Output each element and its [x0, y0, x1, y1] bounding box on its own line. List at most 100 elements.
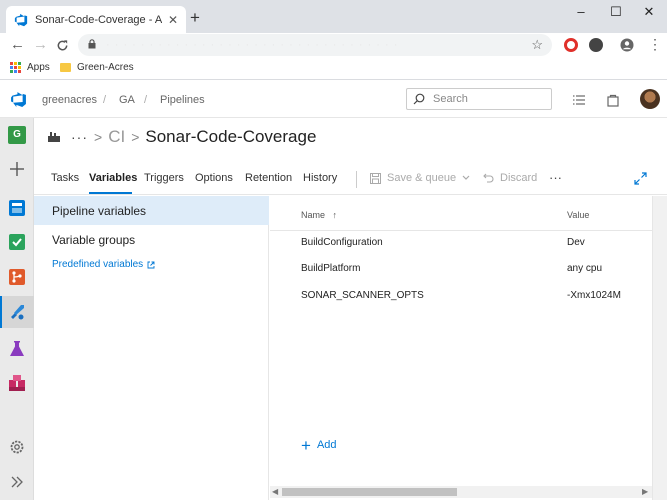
column-header-value[interactable]: Value — [567, 210, 589, 220]
variable-name[interactable]: SONAR_SCANNER_OPTS — [301, 290, 424, 301]
browser-toolbar: ← → · · · · · · · · · · · · · · · · · · … — [0, 33, 667, 58]
external-link-icon — [147, 261, 155, 268]
back-button[interactable]: ← — [10, 36, 25, 53]
scroll-right-icon[interactable]: ▶ — [642, 487, 648, 496]
variables-grid: Name ↑ Value BuildConfiguration Dev Buil… — [270, 196, 667, 500]
discard-label: Discard — [500, 172, 538, 184]
variable-name[interactable]: BuildPlatform — [301, 263, 360, 274]
maximize-button[interactable]: ☐ — [601, 4, 631, 20]
bookmark-green-acres[interactable]: Green-Acres — [60, 62, 134, 73]
repos-icon[interactable] — [8, 268, 26, 286]
tab-history[interactable]: History — [303, 172, 337, 184]
list-icon[interactable] — [572, 93, 586, 107]
pipelines-icon[interactable] — [8, 303, 26, 321]
folder-icon — [60, 63, 71, 72]
discard-button[interactable]: Discard — [483, 172, 537, 184]
user-avatar[interactable] — [640, 89, 660, 109]
tab-title: Sonar-Code-Coverage - Azure D — [35, 13, 162, 26]
expand-rail-icon[interactable] — [8, 473, 26, 491]
horizontal-scrollbar[interactable]: ◀ ▶ — [270, 486, 652, 498]
azure-devops-icon — [14, 13, 28, 26]
nav-pipeline-variables[interactable]: Pipeline variables — [52, 204, 146, 218]
add-variable-button[interactable]: + Add — [301, 435, 337, 455]
bookmark-apps[interactable]: Apps — [10, 62, 50, 73]
bookmark-star-icon[interactable]: ☆ — [531, 37, 543, 53]
save-queue-label: Save & queue — [387, 172, 457, 184]
variable-value[interactable]: any cpu — [567, 263, 602, 274]
build-pipeline-icon[interactable] — [47, 131, 61, 143]
toolbar-divider — [356, 171, 357, 188]
reload-icon[interactable] — [56, 39, 69, 52]
browser-menu-icon[interactable]: ⋮ — [648, 36, 662, 53]
pipeline-tabs: Tasks Variables Triggers Options Retenti… — [34, 166, 667, 195]
breadcrumb-separator: / — [144, 94, 148, 106]
save-icon — [370, 172, 381, 184]
link-label: Predefined variables — [52, 259, 144, 270]
expand-icon[interactable] — [634, 172, 647, 185]
undo-icon — [483, 173, 494, 183]
url-text: · · · · · · · · · · · · · · · · · · · · … — [106, 39, 399, 51]
lock-icon — [88, 39, 96, 49]
search-box[interactable]: Search — [406, 88, 552, 110]
search-icon — [413, 93, 425, 105]
header-divider — [270, 230, 652, 231]
apps-grid-icon — [10, 62, 21, 73]
bookmarks-bar: Apps Green-Acres — [0, 58, 667, 80]
extension-icon[interactable] — [589, 38, 603, 52]
breadcrumb-project[interactable]: GA — [119, 94, 135, 106]
artifacts-icon[interactable] — [8, 374, 26, 392]
settings-gear-icon[interactable] — [8, 438, 26, 456]
shopping-bag-icon[interactable] — [606, 93, 620, 107]
save-queue-button[interactable]: Save & queue — [370, 172, 470, 184]
tab-tasks[interactable]: Tasks — [51, 172, 79, 184]
left-rail: G — [0, 118, 34, 500]
bookmark-label: Apps — [27, 62, 50, 73]
add-label: Add — [316, 439, 337, 451]
close-window-button[interactable]: ✕ — [634, 4, 664, 20]
variable-value[interactable]: -Xmx1024M — [567, 290, 621, 301]
search-placeholder: Search — [433, 93, 468, 105]
variable-name[interactable]: BuildConfiguration — [301, 237, 383, 248]
chevron-right-icon: > — [131, 129, 140, 145]
breadcrumb-pipelines[interactable]: Pipelines — [160, 94, 205, 106]
scrollbar-thumb[interactable] — [282, 488, 457, 496]
active-tab-indicator — [89, 192, 132, 194]
tab-retention[interactable]: Retention — [245, 172, 292, 184]
boards-icon[interactable] — [8, 233, 26, 251]
pipeline-header: ··· > CI > Sonar-Code-Coverage — [47, 123, 316, 151]
profile-icon[interactable] — [620, 38, 634, 52]
add-icon[interactable] — [8, 160, 26, 178]
chevron-down-icon — [462, 175, 470, 180]
column-header-name[interactable]: Name ↑ — [301, 210, 337, 220]
ci-folder-label[interactable]: CI — [108, 127, 125, 147]
column-name-label: Name — [301, 210, 326, 220]
minimize-button[interactable]: – — [566, 4, 596, 19]
forward-button[interactable]: → — [33, 36, 48, 53]
browser-tab[interactable]: Sonar-Code-Coverage - Azure D ✕ — [6, 6, 186, 33]
more-actions-button[interactable]: ··· — [549, 170, 562, 185]
predefined-variables-link[interactable]: Predefined variables — [52, 259, 155, 270]
scroll-left-icon[interactable]: ◀ — [272, 487, 278, 496]
nav-variable-groups[interactable]: Variable groups — [52, 233, 135, 247]
azure-devops-logo-icon[interactable] — [10, 91, 27, 108]
overview-icon[interactable] — [8, 199, 26, 217]
tab-close-icon[interactable]: ✕ — [168, 13, 178, 27]
tab-triggers[interactable]: Triggers — [144, 172, 184, 184]
plus-icon: + — [301, 435, 311, 455]
address-bar[interactable]: · · · · · · · · · · · · · · · · · · · · … — [78, 34, 552, 56]
chevron-right-icon: > — [94, 129, 103, 145]
opera-extension-icon[interactable] — [564, 38, 578, 52]
breadcrumb-separator: / — [103, 94, 107, 106]
pipeline-title[interactable]: Sonar-Code-Coverage — [145, 127, 316, 147]
vertical-scrollbar[interactable] — [652, 196, 667, 500]
new-tab-button[interactable]: + — [190, 8, 200, 28]
tab-variables[interactable]: Variables — [89, 172, 137, 184]
breadcrumb-organization[interactable]: greenacres — [42, 94, 97, 106]
ado-header: greenacres / GA / Pipelines Search — [0, 81, 667, 118]
project-avatar[interactable]: G — [8, 126, 26, 144]
breadcrumb-more-button[interactable]: ··· — [71, 129, 88, 145]
test-plans-icon[interactable] — [8, 340, 26, 358]
bookmark-label: Green-Acres — [77, 62, 134, 73]
variable-value[interactable]: Dev — [567, 237, 585, 248]
tab-options[interactable]: Options — [195, 172, 233, 184]
